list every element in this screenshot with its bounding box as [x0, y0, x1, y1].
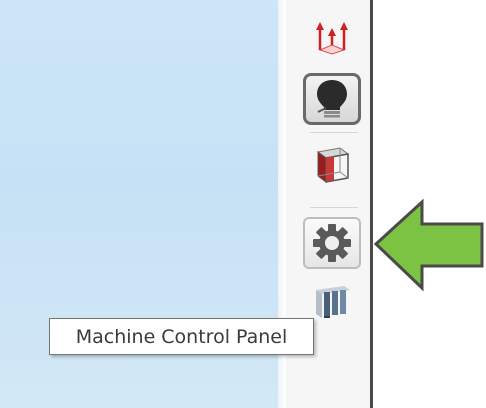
bounding-box-icon [316, 147, 350, 183]
toolbar-separator [310, 132, 358, 133]
gear-icon [313, 224, 351, 262]
lightbulb-icon [317, 80, 347, 118]
machine-control-panel-tooltip: Machine Control Panel [49, 318, 314, 355]
axes-tool-button[interactable] [303, 10, 361, 62]
axes-icon [316, 22, 348, 55]
left-arrow-icon [373, 198, 484, 292]
columns-icon [316, 286, 350, 318]
toolbar-separator [310, 207, 358, 208]
bounding-box-tool-button[interactable] [303, 138, 361, 190]
lighting-tool-button[interactable] [303, 73, 361, 125]
machine-control-panel-button[interactable] [303, 217, 361, 269]
